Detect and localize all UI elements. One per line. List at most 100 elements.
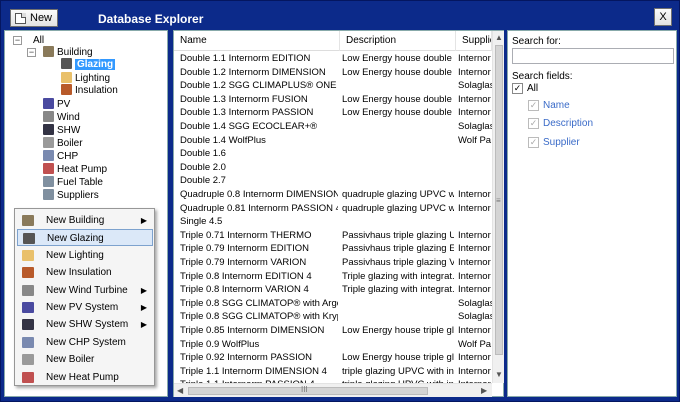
table-row[interactable]: Double 1.3 Internorm PASSION Low Energy h… (174, 107, 492, 119)
tree-item-fuel-table[interactable]: Fuel Table (43, 176, 103, 189)
table-row[interactable]: Triple 0.8 Internorm EDITION 4 Triple gla… (174, 271, 492, 283)
table-row[interactable]: Single 4.5 (174, 216, 492, 228)
cell-supplier: Wolf Pa (458, 134, 492, 146)
menu-item-label: New Boiler (46, 354, 95, 366)
menu-item-label: New PV System (46, 302, 119, 313)
new-button-label: New (30, 12, 53, 24)
scroll-up-icon[interactable]: ▲ (495, 33, 503, 42)
vertical-scroll-thumb[interactable]: ≡ (495, 45, 503, 355)
cell-name: Triple 0.92 Internorm PASSION (180, 352, 312, 364)
cell-name: Triple 0.79 Internorm EDITION (180, 243, 309, 255)
name-field-checkbox[interactable]: ✓ Name (528, 100, 570, 111)
tree-item-boiler[interactable]: Boiler (43, 137, 83, 150)
table-row[interactable]: Double 1.4 WolfPlus Wolf Pa (174, 135, 492, 147)
table-row[interactable]: Quadruple 0.81 Internorm PASSION 4 quadru… (174, 203, 492, 215)
table-row[interactable]: Double 1.2 Internorm DIMENSION Low Energy… (174, 67, 492, 79)
context-menu: New Building ▶ New Glazing New Lighting New … (14, 208, 155, 386)
database-explorer-window: New Database Explorer X All Building Glazi… (0, 0, 680, 402)
search-panel: Search for: Search fields: ✓ All ✓ Name … (507, 30, 677, 397)
cell-supplier: Internor (458, 352, 491, 364)
table-row[interactable]: Triple 1.1 Internorm DIMENSION 4 triple g… (174, 366, 492, 378)
tree-item-icon (61, 84, 72, 95)
boiler-icon (22, 354, 34, 366)
collapse-toggle-icon[interactable]: − (27, 48, 36, 57)
cell-name: Triple 0.71 Internorm THERMO (180, 229, 312, 241)
table-row[interactable]: Triple 0.79 Internorm EDITION Passivhaus … (174, 243, 492, 255)
shw-icon (22, 319, 34, 331)
tree-item-chp[interactable]: CHP (43, 150, 78, 163)
scroll-down-icon[interactable]: ▼ (495, 370, 503, 379)
table-row[interactable]: Quadruple 0.8 Internorm DIMENSION 4 quadr… (174, 189, 492, 201)
table-row[interactable]: Triple 0.92 Internorm PASSION Low Energy … (174, 352, 492, 364)
tree-item-heat-pump[interactable]: Heat Pump (43, 163, 107, 176)
table-row[interactable]: Double 2.7 (174, 175, 492, 187)
table-row[interactable]: Double 1.3 Internorm FUSION Low Energy ho… (174, 94, 492, 106)
tree-item-label: Glazing (75, 59, 116, 70)
tree-item-icon (61, 58, 72, 69)
table-row[interactable]: Triple 0.79 Internorm VARION Passivhaus t… (174, 257, 492, 269)
horizontal-scrollbar[interactable]: ◀ III ▶ (174, 383, 492, 397)
table-row[interactable]: Double 1.6 (174, 148, 492, 160)
menu-item-new-glazing[interactable]: New Glazing (17, 229, 153, 247)
description-field-checkbox[interactable]: ✓ Description (528, 118, 593, 129)
cell-name: Double 2.0 (180, 161, 226, 173)
tree-item-icon (43, 46, 54, 57)
menu-item-new-building[interactable]: New Building ▶ (17, 212, 153, 229)
cell-supplier: Solaglas (458, 311, 492, 323)
all-checkbox-label: All (527, 83, 539, 94)
table-row[interactable]: Triple 0.8 SGG CLIMATOP® with Argon Solag… (174, 298, 492, 310)
column-header-supplier[interactable]: Supplier (456, 31, 492, 51)
collapse-toggle-icon[interactable]: − (13, 36, 22, 45)
tree-item-glazing[interactable]: Glazing (61, 58, 116, 71)
table-row[interactable]: Double 2.0 (174, 162, 492, 174)
description-field-label: Description (543, 118, 594, 129)
cell-description: Passivhaus triple glazing E... (342, 243, 454, 255)
building-icon (22, 215, 34, 226)
table-row[interactable]: Double 1.2 SGG CLIMAPLUS® ONE Solaglas (174, 80, 492, 92)
tree-item-icon (43, 189, 54, 200)
table-row[interactable]: Double 1.1 Internorm EDITION Low Energy h… (174, 53, 492, 65)
menu-item-new-shw-system[interactable]: New SHW System ▶ (17, 316, 153, 333)
vertical-scrollbar[interactable]: ▲ ≡ ▼ (492, 31, 504, 383)
grid-header: Name Description Supplier (174, 31, 492, 51)
column-header-description[interactable]: Description (340, 31, 456, 51)
close-button[interactable]: X (654, 8, 672, 26)
cell-description: Low Energy house double ... (342, 107, 454, 119)
table-row[interactable]: Triple 0.9 WolfPlus Wolf Pa (174, 339, 492, 351)
tree-item-label: Boiler (57, 138, 83, 149)
cell-name: Triple 0.8 Internorm EDITION 4 (180, 270, 312, 282)
tree-item-pv[interactable]: PV (43, 98, 70, 111)
horizontal-scroll-thumb[interactable]: III (188, 385, 428, 395)
table-row[interactable]: Triple 0.8 SGG CLIMATOP® with Krypt... So… (174, 311, 492, 323)
search-input[interactable] (512, 48, 674, 64)
menu-item-new-lighting[interactable]: New Lighting (17, 247, 153, 264)
table-row[interactable]: Triple 0.85 Internorm DIMENSION Low Energ… (174, 325, 492, 337)
all-checkbox[interactable]: ✓ All (512, 83, 538, 94)
cell-supplier: Internor (458, 365, 491, 377)
tree-item-shw[interactable]: SHW (43, 124, 80, 137)
table-row[interactable]: Triple 0.8 Internorm VARION 4 Triple glaz… (174, 284, 492, 296)
submenu-arrow-icon: ▶ (140, 285, 147, 295)
supplier-field-checkbox[interactable]: ✓ Supplier (528, 137, 580, 148)
cell-supplier: Solaglas (458, 297, 492, 309)
tree-item-suppliers[interactable]: Suppliers (43, 189, 99, 202)
new-button[interactable]: New (10, 9, 58, 27)
menu-item-new-chp-system[interactable]: New CHP System (17, 334, 153, 351)
tree-item-icon (43, 111, 54, 122)
menu-item-new-wind-turbine[interactable]: New Wind Turbine ▶ (17, 282, 153, 299)
scroll-left-icon[interactable]: ◀ (177, 386, 183, 395)
menu-item-new-pv-system[interactable]: New PV System ▶ (17, 299, 153, 316)
cell-supplier: Internor (458, 325, 491, 336)
tree-item-wind[interactable]: Wind (43, 111, 80, 124)
menu-item-new-insulation[interactable]: New Insulation (17, 264, 153, 281)
tree-item-insulation[interactable]: Insulation (61, 84, 118, 97)
menu-item-new-heat-pump[interactable]: New Heat Pump (17, 369, 153, 386)
menu-item-new-boiler[interactable]: New Boiler (17, 351, 153, 368)
column-header-name[interactable]: Name (174, 31, 340, 51)
scroll-right-icon[interactable]: ▶ (481, 386, 487, 395)
cell-supplier: Internor (458, 202, 491, 214)
cell-description: Low Energy house double ... (342, 53, 454, 64)
table-row[interactable]: Double 1.4 SGG ECOCLEAR+® Solaglas (174, 121, 492, 133)
table-row[interactable]: Triple 0.71 Internorm THERMO Passivhaus t… (174, 230, 492, 242)
cell-name: Triple 0.85 Internorm DIMENSION (180, 325, 325, 336)
